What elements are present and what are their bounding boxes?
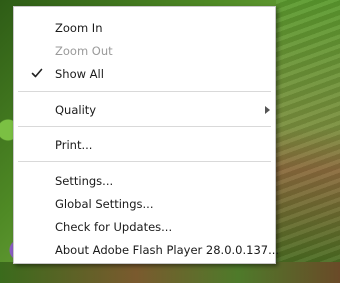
menu-separator	[18, 161, 271, 162]
menu-item-global-settings[interactable]: Global Settings...	[14, 193, 275, 215]
menu-item-settings[interactable]: Settings...	[14, 170, 275, 192]
game-scene-bottom[interactable]	[0, 262, 340, 283]
menu-item-about-flash-player[interactable]: About Adobe Flash Player 28.0.0.137...	[14, 239, 279, 261]
menu-separator	[18, 91, 271, 92]
menu-item-quality[interactable]: Quality	[14, 99, 275, 121]
menu-item-label: Zoom Out	[55, 44, 113, 58]
menu-item-check-for-updates[interactable]: Check for Updates...	[14, 216, 275, 238]
menu-item-label: Global Settings...	[55, 197, 154, 211]
menu-item-label: Zoom In	[55, 21, 103, 35]
menu-item-label: Settings...	[55, 174, 114, 188]
menu-item-show-all[interactable]: Show All	[14, 63, 275, 85]
menu-separator	[18, 126, 271, 127]
menu-item-label: Print...	[55, 138, 93, 152]
menu-item-label: Show All	[55, 67, 104, 81]
menu-item-label: Check for Updates...	[55, 220, 173, 234]
checkmark-icon	[31, 68, 43, 78]
menu-item-label: Quality	[55, 103, 97, 117]
submenu-arrow-icon	[265, 106, 270, 114]
menu-item-print[interactable]: Print...	[14, 134, 275, 156]
menu-item-label: About Adobe Flash Player 28.0.0.137...	[55, 243, 280, 257]
menu-item-zoom-out: Zoom Out	[14, 40, 275, 62]
menu-item-zoom-in[interactable]: Zoom In	[14, 17, 275, 39]
game-scene-right[interactable]	[276, 0, 340, 283]
flash-context-menu: Zoom In Zoom Out Show All Quality Print.…	[13, 6, 279, 264]
